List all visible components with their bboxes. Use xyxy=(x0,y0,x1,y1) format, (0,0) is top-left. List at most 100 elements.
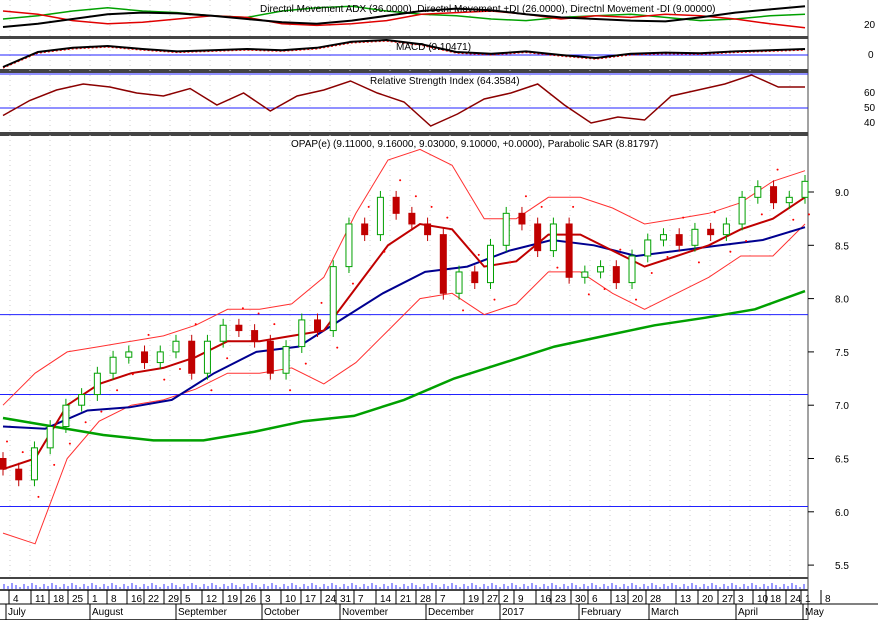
sar-dot xyxy=(619,248,622,251)
x-day-label: 10 xyxy=(285,594,297,605)
ma-red-line xyxy=(2,196,806,471)
y-tick-label: 7.0 xyxy=(835,401,849,412)
sar-dot xyxy=(351,282,354,285)
candle-body xyxy=(439,234,447,294)
candle-body xyxy=(722,223,730,236)
x-day-label: 11 xyxy=(35,594,46,605)
candle-body xyxy=(141,351,149,364)
candle-body xyxy=(770,186,778,204)
x-day-label: 1 xyxy=(805,594,811,605)
rsi-tick: 60 xyxy=(864,88,876,99)
candle-body xyxy=(534,223,542,252)
x-day-label: 31 xyxy=(340,594,352,605)
sar-dot xyxy=(745,240,748,243)
sar-dot xyxy=(53,463,56,466)
sar-dot xyxy=(760,213,763,216)
candle-body xyxy=(408,212,416,225)
sar-dot xyxy=(666,256,669,259)
sar-dot xyxy=(462,309,465,312)
x-day-label: 19 xyxy=(468,594,480,605)
sar-dot xyxy=(147,333,150,336)
x-day-label: 7 xyxy=(440,594,446,605)
candle-body xyxy=(424,223,432,236)
x-day-label: 28 xyxy=(420,594,432,605)
x-month-label: August xyxy=(92,607,123,618)
x-day-label: 19 xyxy=(227,594,239,605)
x-month-label: December xyxy=(428,607,475,618)
sar-dot xyxy=(304,362,307,365)
x-day-label: 20 xyxy=(632,594,644,605)
candle-body xyxy=(46,426,54,449)
sar-dot xyxy=(194,323,197,326)
y-tick-label: 8.0 xyxy=(835,295,849,306)
candle-body xyxy=(581,271,589,278)
sar-dot xyxy=(273,323,276,326)
x-day-label: 13 xyxy=(680,594,692,605)
candle-body xyxy=(298,319,306,348)
sar-dot xyxy=(414,195,417,198)
sar-dot xyxy=(635,298,638,301)
y-tick-label: 7.5 xyxy=(835,348,849,359)
candle-body xyxy=(78,394,86,406)
x-day-label: 24 xyxy=(790,594,802,605)
candle-body xyxy=(251,330,259,342)
macd-title: MACD (0.10471) xyxy=(396,42,472,53)
y-tick-label: 9.0 xyxy=(835,188,849,199)
sar-dot xyxy=(477,253,480,256)
x-day-label: 21 xyxy=(400,594,412,605)
rsi-title: Relative Strength Index (64.3584) xyxy=(370,76,520,87)
x-day-label: 23 xyxy=(555,594,567,605)
candle-body xyxy=(549,223,557,252)
sar-dot xyxy=(509,261,512,264)
candle-body xyxy=(329,266,337,332)
sar-dot xyxy=(226,357,229,360)
x-day-label: 8 xyxy=(825,594,831,605)
y-tick-label: 8.5 xyxy=(835,241,849,252)
sar-dot xyxy=(540,205,543,208)
candle-body xyxy=(565,223,573,278)
sar-dot xyxy=(430,205,433,208)
candle-body xyxy=(172,340,180,353)
rsi-tick: 40 xyxy=(864,118,876,129)
sar-dot xyxy=(792,218,795,221)
candle-body xyxy=(93,372,101,396)
sar-dot xyxy=(178,367,181,370)
candle-body xyxy=(156,351,164,364)
candle-body xyxy=(392,196,400,214)
x-day-label: 20 xyxy=(702,594,714,605)
sar-dot xyxy=(697,261,700,264)
sar-dot xyxy=(336,346,339,349)
candle-body xyxy=(0,458,7,470)
x-day-label: 8 xyxy=(111,594,117,605)
candle-body xyxy=(15,468,23,481)
x-day-label: 17 xyxy=(305,594,317,605)
candle-body xyxy=(612,266,620,284)
x-day-label: 3 xyxy=(738,594,744,605)
candle-body xyxy=(188,340,196,374)
sar-dot xyxy=(808,213,810,216)
x-day-label: 16 xyxy=(540,594,552,605)
x-month-label: November xyxy=(342,607,389,618)
stock-chart[interactable]: 9.08.58.07.57.06.56.05.54 11 18 25 1 8 16 22 29 5… xyxy=(0,0,878,620)
candle-body xyxy=(675,234,683,246)
candle-body xyxy=(486,244,494,284)
candle-body xyxy=(801,180,809,198)
sar-dot xyxy=(289,389,292,392)
sar-dot xyxy=(163,378,166,381)
sar-dot xyxy=(68,442,71,445)
sar-dot xyxy=(572,205,575,208)
sar-dot xyxy=(84,421,87,424)
x-month-label: October xyxy=(264,607,300,618)
x-day-label: 9 xyxy=(518,594,524,605)
sar-dot xyxy=(524,195,527,198)
y-tick-label: 5.5 xyxy=(835,561,849,572)
x-day-label: 24 xyxy=(325,594,337,605)
x-day-label: 22 xyxy=(148,594,160,605)
sar-dot xyxy=(713,211,716,214)
x-day-label: 10 xyxy=(757,594,769,605)
x-day-label: 1 xyxy=(92,594,98,605)
x-day-label: 26 xyxy=(245,594,257,605)
x-day-label: 14 xyxy=(380,594,392,605)
sar-dot xyxy=(556,266,559,269)
x-day-label: 18 xyxy=(53,594,65,605)
